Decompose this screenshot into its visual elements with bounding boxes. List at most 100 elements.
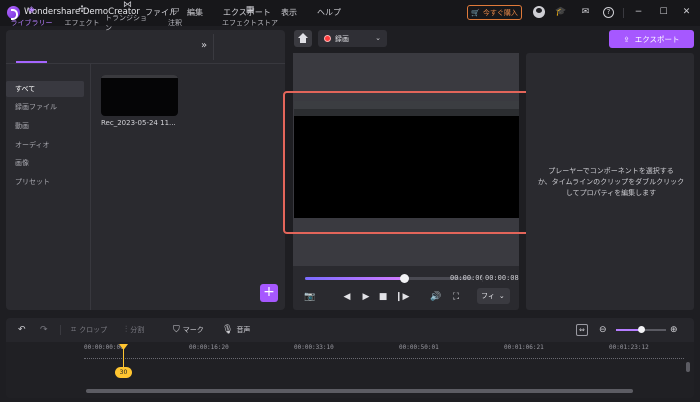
tab-transitions[interactable]: ⋈ トランジション — [105, 0, 150, 34]
media-thumbnail[interactable] — [101, 75, 178, 116]
effects-icon: ✣ — [78, 5, 86, 15]
timeline-vertical-scrollbar[interactable] — [686, 362, 690, 372]
record-dropdown[interactable]: 録画 ⌄ — [318, 30, 387, 47]
playhead-label[interactable]: 30 — [115, 367, 132, 378]
playback-progress-fill — [305, 277, 405, 280]
tab-transitions-label: トランジション — [105, 14, 147, 32]
export-button[interactable]: ⇪ エクスポート — [609, 30, 694, 48]
sidebar-item-audio[interactable]: オーディオ — [6, 137, 84, 153]
playhead-line[interactable] — [123, 347, 124, 369]
crop-button[interactable]: ⌗ クロップ — [71, 324, 107, 336]
annotation-icon: ▭ — [170, 5, 180, 15]
menu-view[interactable]: 表示 — [281, 7, 297, 18]
fit-label: フィ — [481, 292, 495, 300]
play-icon[interactable]: ▶ — [360, 291, 372, 303]
sidebar-item-recordings[interactable]: 録画ファイル — [6, 99, 84, 115]
voice-button[interactable]: 🎙 音声 — [222, 324, 250, 336]
total-time: 00:00:08 — [485, 274, 519, 282]
timeline-horizontal-scrollbar[interactable] — [86, 389, 633, 393]
ruler-label: 00:00:50:01 — [399, 344, 439, 351]
microphone-icon: 🎙 — [222, 325, 234, 335]
chevron-down-icon: ⌄ — [498, 292, 505, 300]
crop-label: クロップ — [79, 326, 108, 334]
split-label: 分割 — [130, 326, 145, 334]
tab-effects-label: エフェクト — [64, 19, 100, 27]
ruler-label: 00:00:33:10 — [294, 344, 334, 351]
maximize-icon[interactable]: ☐ — [658, 7, 669, 18]
previous-frame-icon[interactable]: ◀ — [341, 291, 353, 303]
record-label: 録画 — [335, 34, 349, 43]
graduation-cap-icon[interactable]: 🎓 — [555, 7, 566, 18]
titlebar-divider — [623, 8, 624, 18]
undo-icon[interactable]: ↶ — [18, 324, 26, 336]
ruler-label: 00:00:00:00 — [84, 344, 124, 351]
menu-help[interactable]: ヘルプ — [317, 7, 341, 18]
zoom-in-icon[interactable]: ⊕ — [670, 324, 678, 336]
close-icon[interactable]: ✕ — [681, 7, 692, 18]
fullscreen-icon[interactable]: ⛶ — [450, 291, 462, 303]
fit-timeline-icon[interactable]: ⇔ — [576, 324, 588, 336]
timeline-ruler[interactable] — [84, 352, 684, 359]
properties-hint: プレーヤーでコンポーネントを選択する か、タイムラインのクリップをダブルクリック… — [536, 166, 686, 199]
export-label: エクスポート — [634, 34, 680, 44]
sidebar-item-images[interactable]: 画像 — [6, 155, 84, 171]
ruler-label: 00:01:23:12 — [609, 344, 649, 351]
add-media-button[interactable]: + — [260, 284, 278, 302]
toolbar-divider — [60, 325, 61, 335]
layers-icon: ◈ — [28, 5, 35, 15]
avatar[interactable] — [533, 6, 545, 18]
ruler-label: 00:01:06:21 — [504, 344, 544, 351]
sidebar-item-presets[interactable]: プリセット — [6, 174, 84, 190]
hint-line-1: プレーヤーでコンポーネントを選択する — [548, 167, 674, 175]
help-icon[interactable]: ? — [603, 7, 614, 18]
tab-divider — [213, 34, 214, 60]
tab-library[interactable]: ◈ ライブラリー — [10, 0, 53, 34]
snapshot-camera-icon[interactable]: 📷 — [304, 291, 316, 303]
time-divider — [482, 274, 483, 282]
redo-icon[interactable]: ↷ — [40, 324, 48, 336]
buy-now-label: 今すぐ購入 — [482, 8, 518, 17]
next-frame-icon[interactable]: ❙▶ — [395, 291, 409, 303]
highlight-frame — [283, 91, 538, 234]
library-tabs — [6, 30, 285, 64]
zoom-slider-handle[interactable] — [637, 326, 645, 333]
tab-library-label: ライブラリー — [10, 19, 53, 27]
voice-label: 音声 — [236, 326, 251, 334]
record-dot-icon — [324, 35, 331, 42]
playback-progress-handle[interactable] — [399, 274, 409, 283]
hint-line-2: か、タイムラインのクリップをダブルクリック — [537, 178, 685, 186]
mark-button[interactable]: ⛉ マーク — [173, 324, 204, 336]
home-icon[interactable] — [294, 30, 312, 47]
chevron-down-icon: ⌄ — [375, 34, 381, 42]
fit-dropdown[interactable]: フィ ⌄ — [477, 288, 510, 304]
hint-line-3: してプロパティを編集します — [565, 189, 657, 197]
active-tab-indicator — [16, 61, 47, 63]
sidebar-item-all[interactable]: すべて — [6, 81, 84, 97]
tab-effects-store-label: エフェクトストア — [222, 19, 278, 27]
tab-effects-store[interactable]: ▦ エフェクトストア — [221, 0, 279, 34]
ruler-label: 00:00:16:20 — [189, 344, 229, 351]
media-label: Rec_2023-05-24 11... — [101, 119, 176, 127]
split-button[interactable]: ⫶ 分割 — [125, 324, 144, 336]
transition-icon: ⋈ — [123, 0, 132, 10]
split-icon: ⫶ — [125, 325, 128, 335]
current-time: 00:00:06 — [450, 274, 484, 282]
menu-edit[interactable]: 編集 — [187, 7, 203, 18]
volume-icon[interactable]: 🔊 — [430, 291, 442, 303]
crop-icon: ⌗ — [71, 325, 77, 335]
export-icon: ⇪ — [623, 34, 630, 44]
mail-icon[interactable]: ✉ — [580, 7, 591, 18]
tab-effects[interactable]: ✣ エフェクト — [62, 0, 102, 34]
store-icon: ▦ — [245, 5, 255, 15]
tab-annotations[interactable]: ▭ 注釈 — [162, 0, 188, 34]
tab-annotations-label: 注釈 — [168, 19, 182, 27]
timeline-toolbar — [6, 318, 694, 342]
minimize-icon[interactable]: − — [633, 7, 644, 18]
zoom-out-icon[interactable]: ⊖ — [599, 324, 607, 336]
mark-shield-icon: ⛉ — [173, 325, 180, 335]
sidebar-item-video[interactable]: 動画 — [6, 118, 84, 134]
mark-label: マーク — [182, 326, 204, 334]
buy-now-button[interactable]: 🛒 今すぐ購入 — [467, 5, 522, 20]
more-tabs-chevron-icon[interactable]: » — [201, 40, 207, 51]
stop-icon[interactable]: ■ — [377, 291, 389, 303]
